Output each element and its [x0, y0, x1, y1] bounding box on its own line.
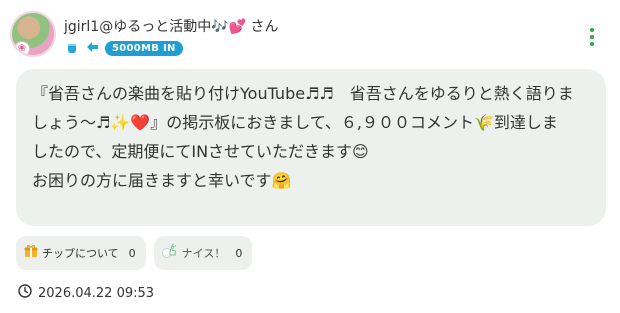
- kebab-menu-icon[interactable]: [588, 28, 596, 46]
- tip-button-label: チップについて: [42, 247, 119, 260]
- nice-button[interactable]: ナイス！ 0: [153, 236, 253, 270]
- nice-button-label: ナイス！: [181, 247, 226, 260]
- nice-hand-icon: [161, 243, 178, 263]
- post-timestamp: 2026.04.22 09:53: [18, 284, 154, 302]
- tip-count: 0: [128, 246, 136, 260]
- user-avatar[interactable]: ❀: [10, 11, 56, 57]
- user-meta-row: 5000MB IN: [66, 40, 183, 56]
- data-badge: 5000MB IN: [105, 40, 183, 56]
- gift-icon: [24, 244, 38, 262]
- cup-icon: [66, 42, 80, 55]
- username[interactable]: jgirl1@ゆるっと活動中🎶💕 さん: [64, 16, 279, 36]
- timestamp-text: 2026.04.22 09:53: [38, 285, 155, 301]
- arrow-left-icon: [86, 41, 99, 56]
- avatar-badge-icon: ❀: [14, 41, 30, 55]
- message-line: 『省吾さんの楽曲を貼り付けYouTube♬♬ 省吾さんをゆるりと熱く語りま: [32, 84, 574, 103]
- action-row: チップについて 0 ナイス！ 0: [16, 236, 253, 270]
- clock-icon: [18, 284, 32, 302]
- tip-button[interactable]: チップについて 0: [16, 236, 146, 270]
- nice-count: 0: [235, 246, 243, 260]
- post-header: ❀ jgirl1@ゆるっと活動中🎶💕 さん 5000MB IN: [10, 8, 610, 62]
- message-line: お困りの方に届きますと幸いです🤗: [32, 171, 292, 190]
- message-line: したので、定期便にてINさせていただきます😊: [32, 142, 369, 161]
- message-bubble: 『省吾さんの楽曲を貼り付けYouTube♬♬ 省吾さんをゆるりと熱く語りま しょ…: [16, 69, 606, 226]
- message-line: しょう〜♬✨❤️』の掲示板におきまして、６,９００コメント🌾到達しま: [32, 113, 558, 132]
